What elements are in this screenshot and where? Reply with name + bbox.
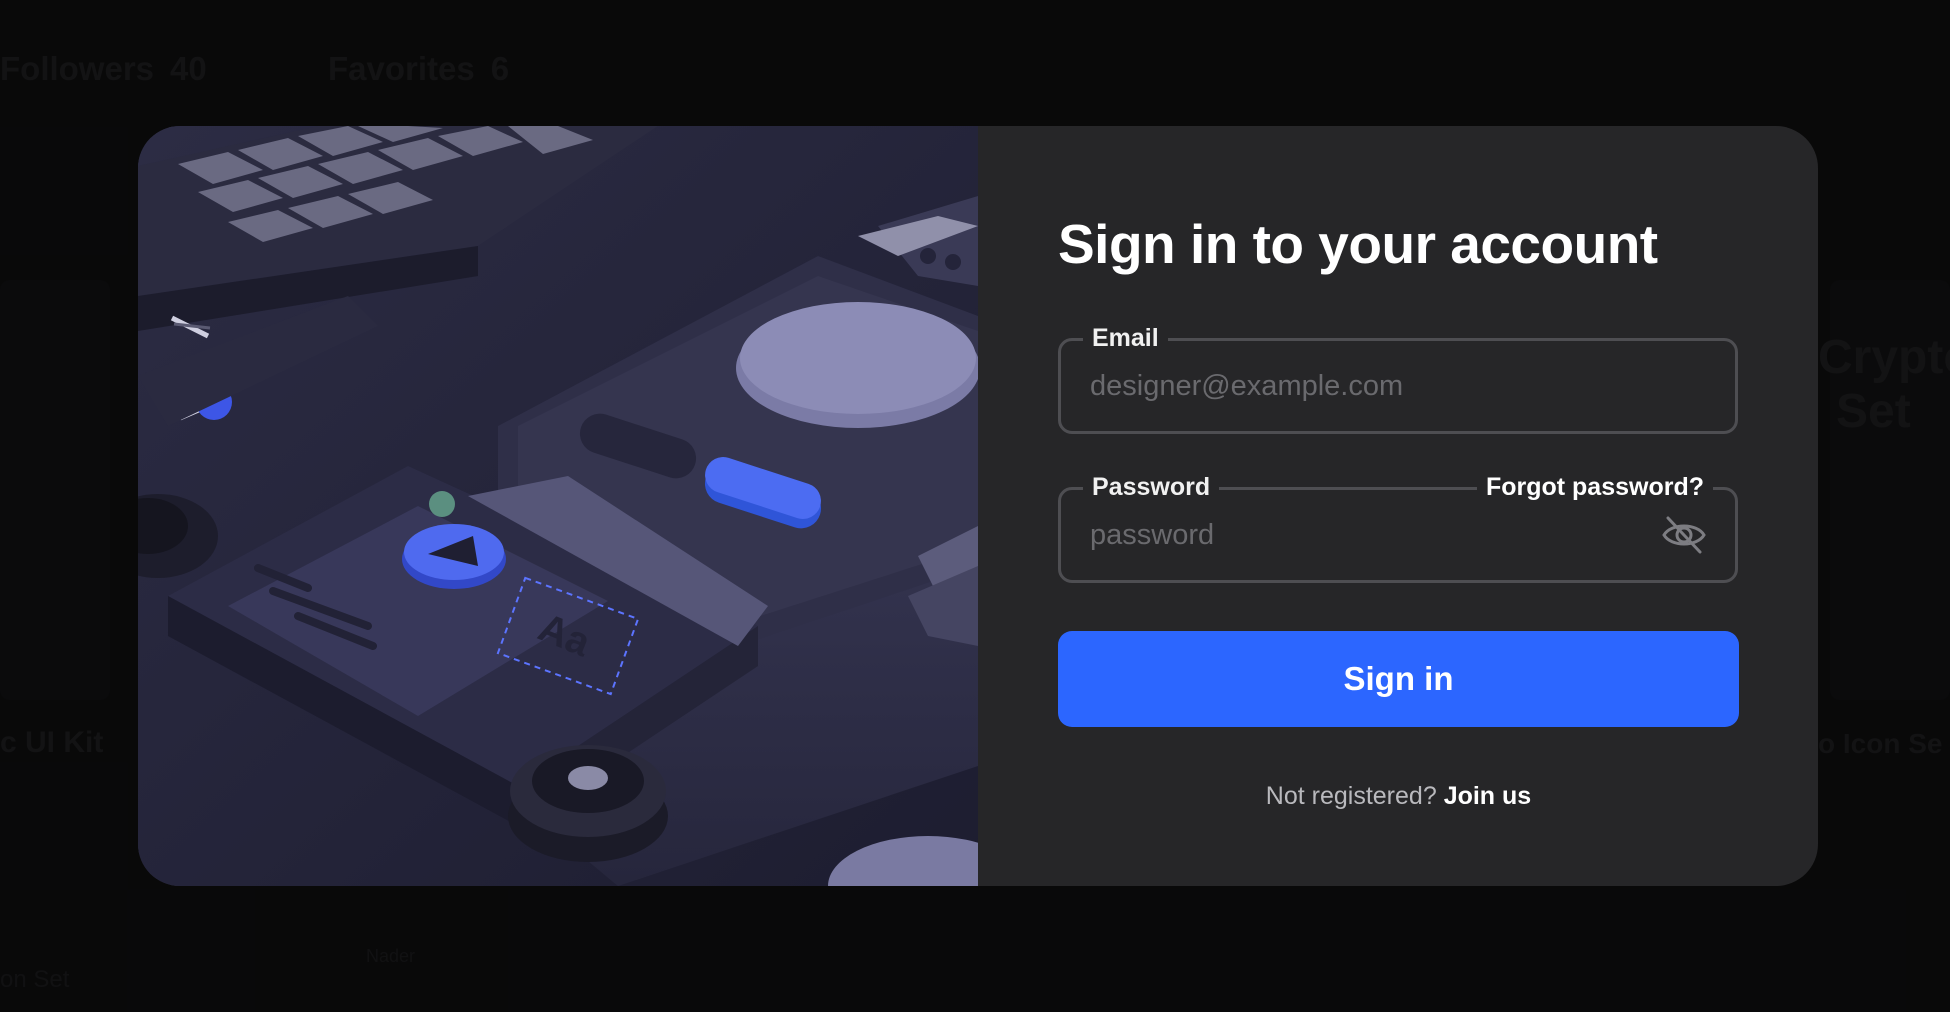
password-field[interactable]: Password Forgot password? [1058,471,1738,583]
email-input[interactable] [1090,363,1650,409]
password-input[interactable] [1090,512,1650,558]
isometric-illustration: Aa [138,126,978,886]
sign-in-button[interactable]: Sign in [1058,631,1739,727]
password-label: Password [1083,471,1220,503]
register-prompt: Not registered? [1265,782,1437,810]
sign-in-form: Sign in to your account Email Password F… [978,126,1818,886]
sign-in-modal: Aa Sign in to your account Email Passwor… [138,126,1818,886]
register-row: Not registered? Join us [1058,782,1739,811]
join-us-link[interactable]: Join us [1444,782,1532,810]
email-field[interactable]: Email [1058,322,1738,434]
forgot-password-link[interactable]: Forgot password? [1476,471,1713,503]
email-label: Email [1083,322,1168,354]
page-title: Sign in to your account [1058,213,1658,275]
eye-off-icon[interactable] [1661,514,1707,556]
hero-illustration: Aa [138,126,978,886]
